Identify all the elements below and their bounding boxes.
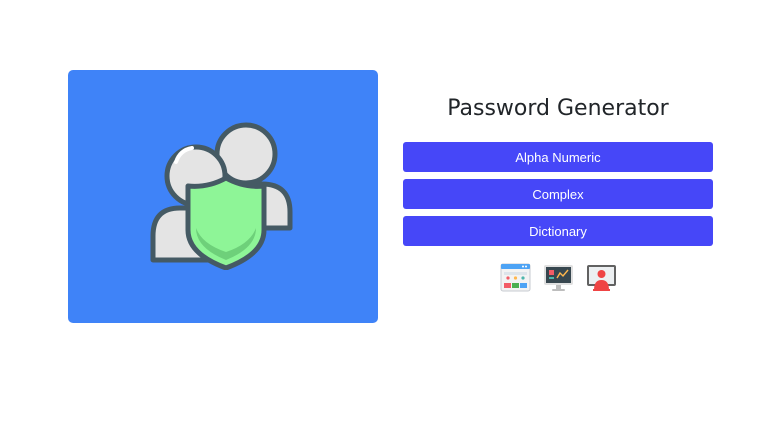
alpha-numeric-button[interactable]: Alpha Numeric <box>403 142 713 172</box>
user-monitor-icon[interactable] <box>586 262 617 293</box>
users-shield-icon <box>150 122 293 270</box>
page: Password Generator Alpha Numeric Complex… <box>0 0 779 444</box>
icon-row <box>403 262 713 293</box>
hero-card <box>68 70 378 323</box>
browser-window-icon[interactable] <box>500 262 531 293</box>
generator-panel: Password Generator Alpha Numeric Complex… <box>403 70 713 293</box>
complex-button[interactable]: Complex <box>403 179 713 209</box>
monitor-chart-icon[interactable] <box>543 262 574 293</box>
page-title: Password Generator <box>447 96 669 121</box>
dictionary-button[interactable]: Dictionary <box>403 216 713 246</box>
